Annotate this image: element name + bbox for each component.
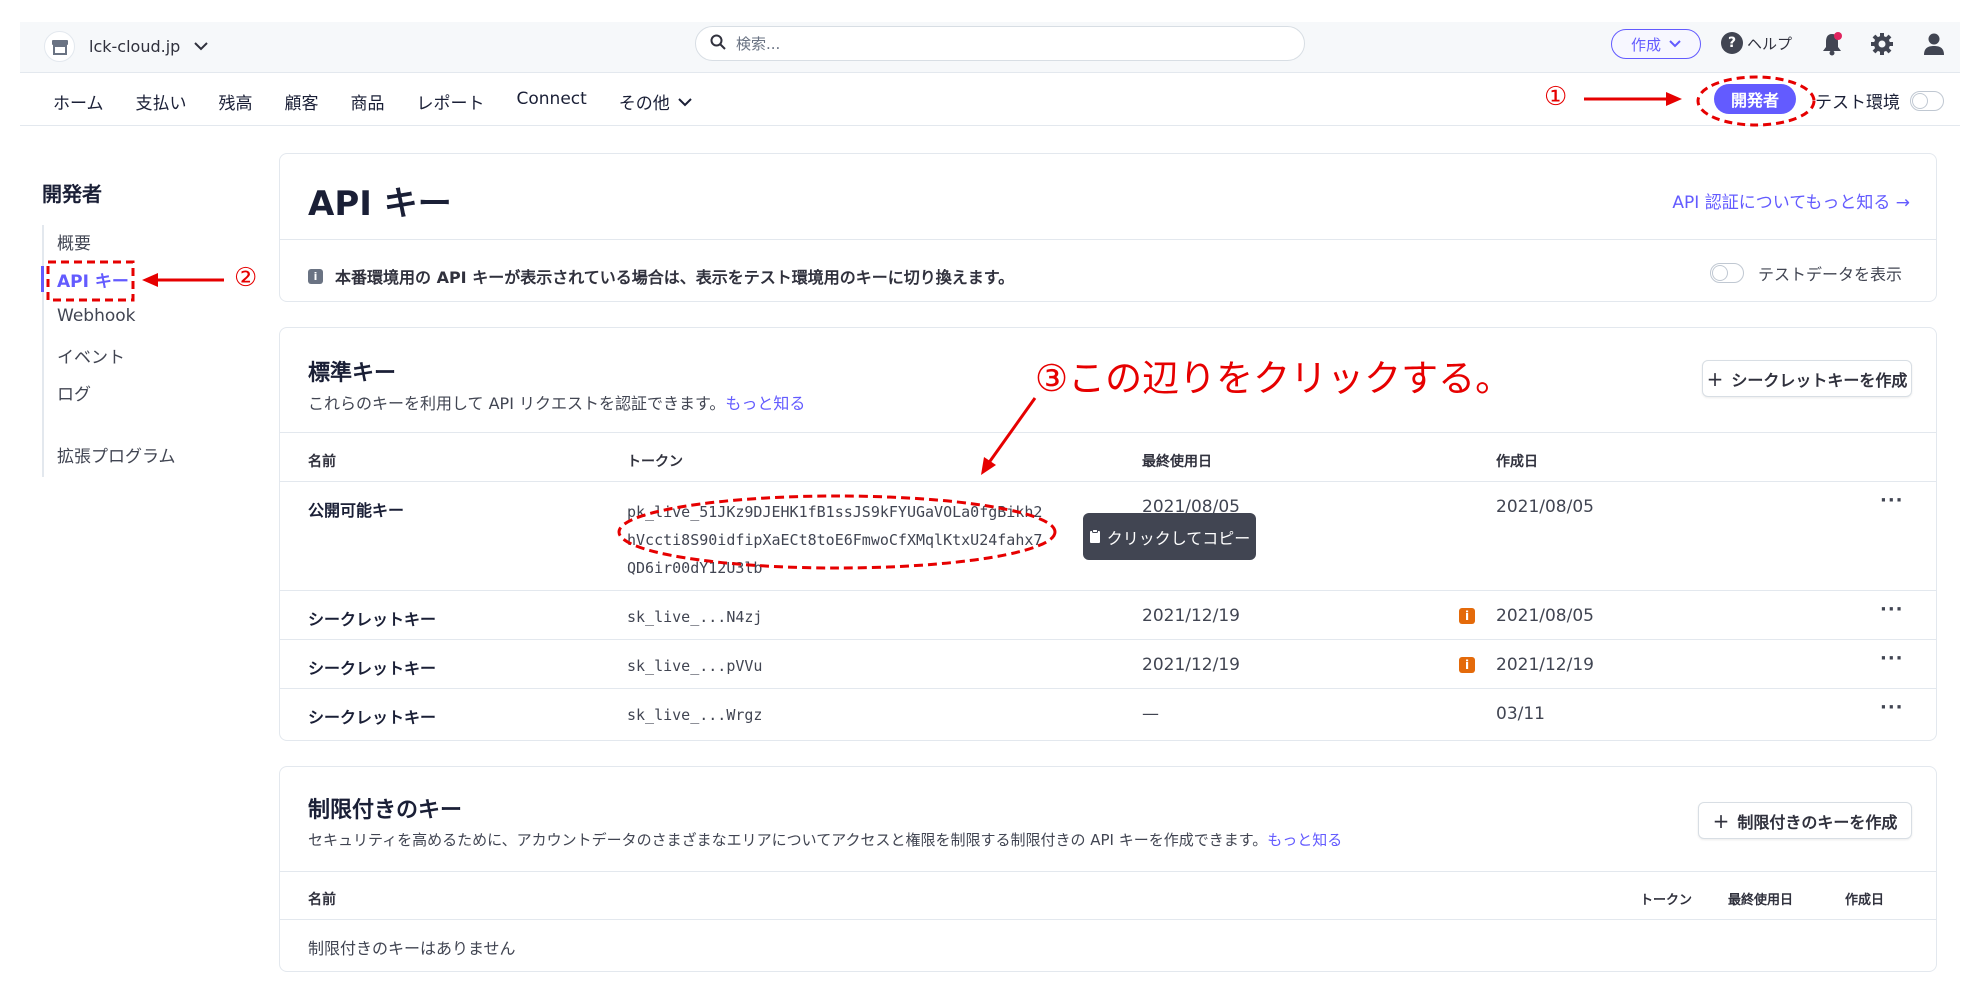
annotation-ellipse [1696, 75, 1816, 127]
annotation-arrow [986, 397, 1037, 465]
annotation-arrowhead [142, 273, 158, 287]
annotation-arrowhead [1666, 92, 1682, 106]
annotation-overlay [46, 75, 1816, 570]
annotation-arrowhead [981, 457, 996, 475]
annotation-step1: ① [1544, 82, 1568, 112]
annotation-ellipse [617, 494, 1057, 570]
annotation-box [46, 260, 135, 302]
annotation-step2: ② [234, 263, 258, 293]
annotation-step3: ③この辺りをクリックする。 [1035, 357, 1513, 400]
